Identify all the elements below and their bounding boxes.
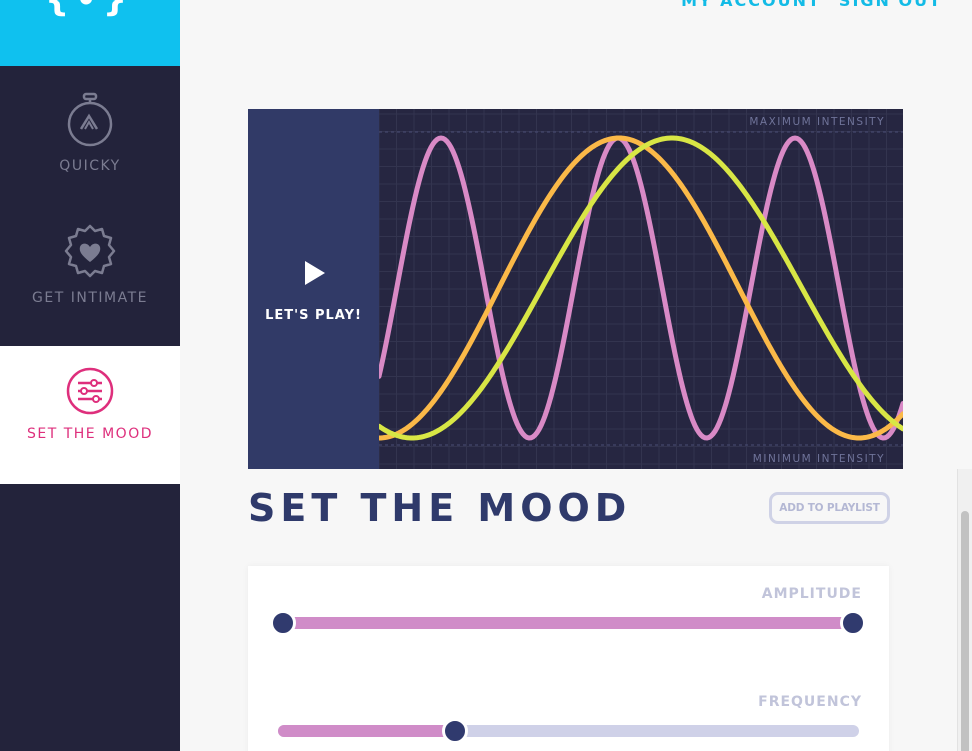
scrollbar[interactable] [957, 469, 972, 751]
amplitude-track[interactable] [284, 617, 855, 629]
heart-badge-icon [64, 224, 116, 278]
my-account-link[interactable]: MY ACCOUNT [681, 0, 821, 10]
page-title: SET THE MOOD [248, 486, 632, 530]
frequency-track-fill [278, 725, 456, 737]
sidebar-item-label: SET THE MOOD [26, 426, 153, 442]
sidebar-item-set-the-mood[interactable]: SET THE MOOD [0, 346, 180, 484]
logo-mark: {•} [45, 0, 134, 20]
maximum-intensity-label: MAXIMUM INTENSITY [749, 116, 885, 128]
sidebar-item-label: GET INTIMATE [32, 290, 148, 306]
wave-chart [379, 109, 903, 469]
stopwatch-icon [67, 92, 113, 147]
wave-visualizer: LET'S PLAY! MAXIMUM INTENSITY MINIMUM IN… [248, 109, 903, 469]
amplitude-min-handle[interactable] [270, 610, 296, 636]
header-nav: MY ACCOUNT SIGN OUT [681, 0, 942, 10]
minimum-intensity-label: MINIMUM INTENSITY [752, 453, 885, 465]
sliders-icon [66, 367, 114, 415]
sidebar-item-quicky[interactable]: QUICKY [0, 92, 180, 202]
amplitude-label: AMPLITUDE [761, 586, 862, 602]
logo[interactable]: {•} [0, 0, 180, 66]
sidebar-item-get-intimate[interactable]: GET INTIMATE [0, 224, 180, 334]
amplitude-max-handle[interactable] [840, 610, 866, 636]
play-button[interactable]: LET'S PLAY! [248, 109, 379, 469]
scrollbar-thumb[interactable] [961, 511, 969, 751]
sidebar-item-label: QUICKY [59, 158, 121, 174]
play-icon [305, 261, 325, 285]
controls-card: AMPLITUDE FREQUENCY [248, 566, 889, 751]
play-label: LET'S PLAY! [265, 308, 362, 323]
sign-out-link[interactable]: SIGN OUT [839, 0, 942, 10]
frequency-label: FREQUENCY [758, 694, 862, 710]
add-to-playlist-button[interactable]: ADD TO PLAYLIST [769, 492, 890, 524]
frequency-handle[interactable] [442, 718, 468, 744]
